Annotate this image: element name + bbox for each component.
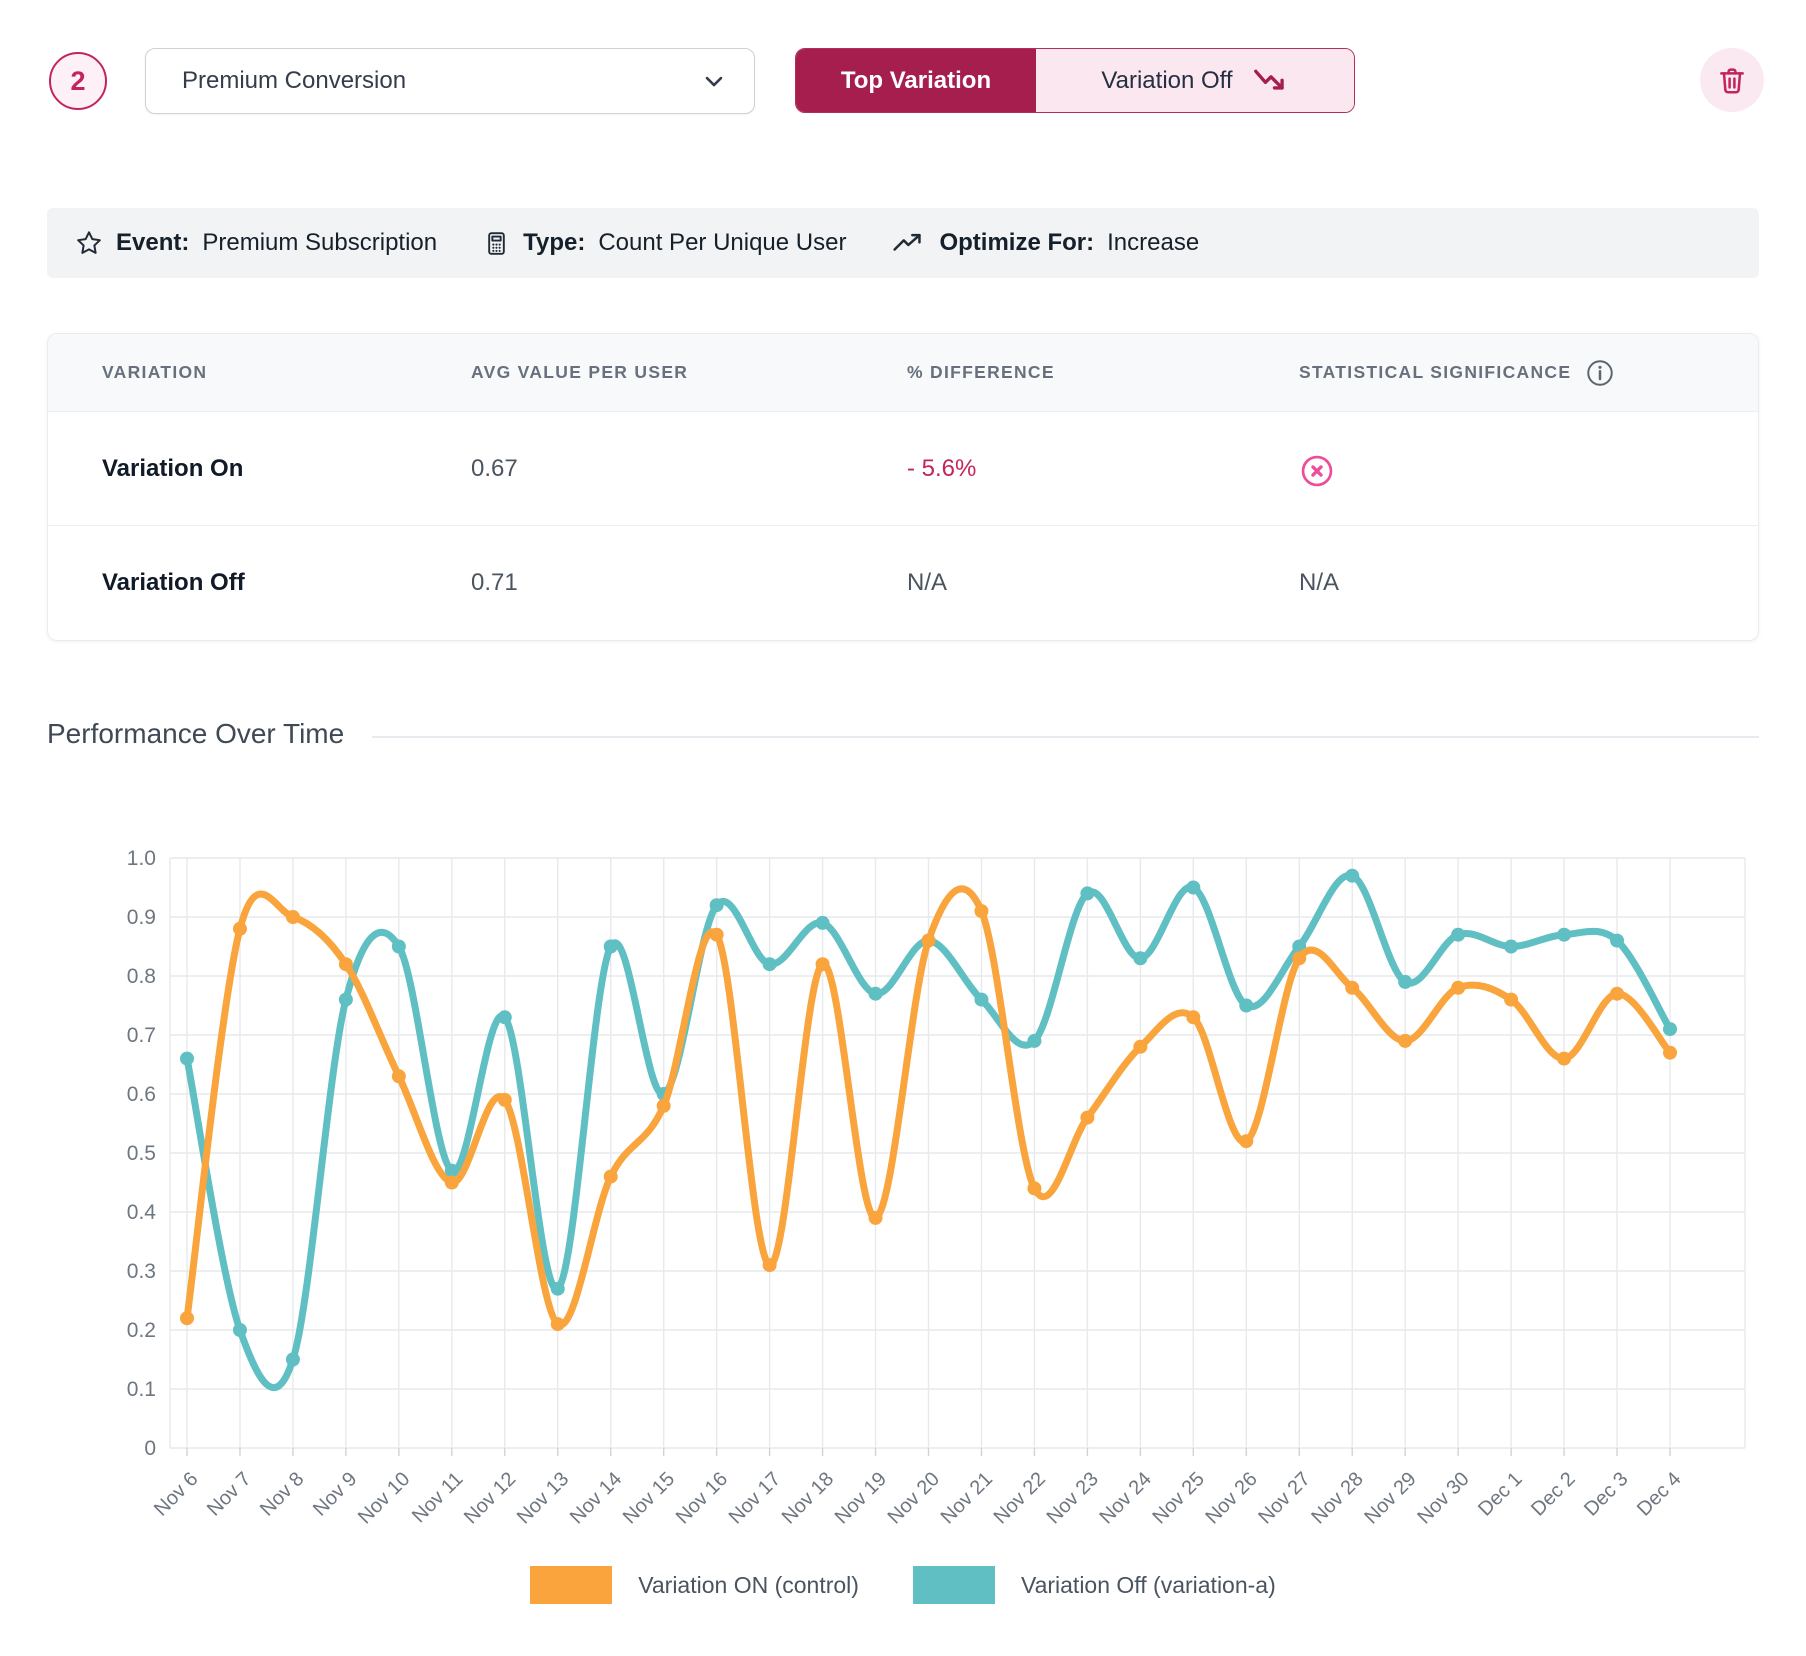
metric-dropdown-label: Premium Conversion bbox=[182, 67, 406, 95]
event-value: Premium Subscription bbox=[202, 229, 437, 257]
chart-legend: Variation ON (control) Variation Off (var… bbox=[0, 1566, 1806, 1604]
svg-text:0: 0 bbox=[144, 1437, 156, 1460]
svg-text:Nov 13: Nov 13 bbox=[513, 1468, 573, 1528]
svg-text:Nov 22: Nov 22 bbox=[990, 1468, 1050, 1528]
svg-text:Nov 14: Nov 14 bbox=[566, 1468, 626, 1528]
variation-toggle: Top Variation Variation Off bbox=[795, 48, 1355, 113]
column-header-variation: VARIATION bbox=[48, 362, 471, 383]
trending-down-icon bbox=[1253, 68, 1289, 94]
svg-text:0.1: 0.1 bbox=[127, 1378, 156, 1401]
legend-label: Variation ON (control) bbox=[638, 1572, 859, 1599]
svg-text:Nov 23: Nov 23 bbox=[1043, 1468, 1103, 1528]
svg-text:0.3: 0.3 bbox=[127, 1260, 156, 1283]
svg-text:Dec 3: Dec 3 bbox=[1580, 1468, 1633, 1521]
legend-item[interactable]: Variation Off (variation-a) bbox=[913, 1566, 1276, 1604]
section-title: Performance Over Time bbox=[47, 718, 344, 750]
svg-text:Dec 1: Dec 1 bbox=[1474, 1468, 1527, 1521]
svg-text:0.5: 0.5 bbox=[127, 1142, 156, 1165]
svg-text:Nov 19: Nov 19 bbox=[831, 1468, 891, 1528]
performance-chart: 00.10.20.30.40.50.60.70.80.91.0Nov 6Nov … bbox=[0, 840, 1806, 1556]
significance-value: N/A bbox=[1299, 569, 1758, 597]
avg-value: 0.67 bbox=[471, 455, 907, 483]
svg-text:Nov 26: Nov 26 bbox=[1201, 1468, 1261, 1528]
variation-off-tab[interactable]: Variation Off bbox=[1036, 49, 1354, 112]
svg-text:Nov 20: Nov 20 bbox=[884, 1468, 944, 1528]
svg-text:0.9: 0.9 bbox=[127, 906, 156, 929]
star-icon bbox=[75, 229, 103, 257]
trash-icon bbox=[1716, 64, 1748, 96]
svg-text:Dec 4: Dec 4 bbox=[1633, 1468, 1686, 1521]
info-icon[interactable] bbox=[1585, 358, 1615, 388]
chevron-down-icon bbox=[700, 67, 728, 95]
svg-text:0.8: 0.8 bbox=[127, 965, 156, 988]
svg-text:0.2: 0.2 bbox=[127, 1319, 156, 1342]
not-significant-icon bbox=[1299, 453, 1758, 489]
delete-metric-button[interactable] bbox=[1700, 48, 1764, 112]
svg-text:Nov 16: Nov 16 bbox=[672, 1468, 732, 1528]
svg-text:Nov 27: Nov 27 bbox=[1254, 1468, 1314, 1528]
svg-text:0.4: 0.4 bbox=[127, 1201, 157, 1224]
column-header-significance: STATISTICAL SIGNIFICANCE bbox=[1299, 358, 1758, 388]
svg-text:Nov 28: Nov 28 bbox=[1307, 1468, 1367, 1528]
svg-text:Nov 18: Nov 18 bbox=[778, 1468, 838, 1528]
event-label: Event: bbox=[116, 229, 189, 257]
trending-up-icon bbox=[892, 232, 926, 254]
svg-text:Nov 17: Nov 17 bbox=[725, 1468, 785, 1528]
avg-value: 0.71 bbox=[471, 569, 907, 597]
significance-cell bbox=[1299, 449, 1758, 489]
optimize-value: Increase bbox=[1107, 229, 1199, 257]
variation-name: Variation On bbox=[48, 455, 471, 483]
results-table: VARIATION AVG VALUE PER USER % DIFFERENC… bbox=[47, 333, 1759, 641]
svg-text:Nov 11: Nov 11 bbox=[408, 1468, 467, 1527]
legend-swatch bbox=[530, 1566, 612, 1604]
svg-text:Nov 30: Nov 30 bbox=[1413, 1468, 1473, 1528]
table-row: Variation On 0.67 - 5.6% bbox=[48, 412, 1758, 526]
column-header-avg-value: AVG VALUE PER USER bbox=[471, 362, 907, 383]
type-value: Count Per Unique User bbox=[598, 229, 846, 257]
svg-text:Nov 25: Nov 25 bbox=[1148, 1468, 1208, 1528]
step-number-badge: 2 bbox=[49, 52, 107, 110]
svg-text:0.7: 0.7 bbox=[127, 1024, 156, 1047]
legend-item[interactable]: Variation ON (control) bbox=[530, 1566, 859, 1604]
svg-text:Nov 8: Nov 8 bbox=[256, 1468, 309, 1521]
svg-text:Nov 10: Nov 10 bbox=[354, 1468, 414, 1528]
svg-text:0.6: 0.6 bbox=[127, 1083, 156, 1106]
svg-text:Nov 15: Nov 15 bbox=[619, 1468, 679, 1528]
calculator-icon bbox=[483, 230, 510, 257]
variation-name: Variation Off bbox=[48, 569, 471, 597]
column-header-difference: % DIFFERENCE bbox=[907, 362, 1299, 383]
difference-value: N/A bbox=[907, 569, 1299, 597]
svg-text:Nov 7: Nov 7 bbox=[203, 1468, 256, 1521]
type-label: Type: bbox=[523, 229, 585, 257]
legend-swatch bbox=[913, 1566, 995, 1604]
difference-value: - 5.6% bbox=[907, 455, 1299, 483]
variation-off-tab-label: Variation Off bbox=[1101, 67, 1232, 95]
svg-text:Nov 21: Nov 21 bbox=[937, 1468, 997, 1528]
metric-dropdown[interactable]: Premium Conversion bbox=[145, 48, 755, 114]
section-divider bbox=[372, 736, 1759, 738]
event-summary-bar: Event: Premium Subscription Type: Count … bbox=[47, 208, 1759, 278]
table-row: Variation Off 0.71 N/A N/A bbox=[48, 526, 1758, 640]
svg-text:Nov 12: Nov 12 bbox=[460, 1468, 520, 1528]
svg-text:1.0: 1.0 bbox=[127, 847, 156, 870]
top-variation-tab[interactable]: Top Variation bbox=[796, 49, 1036, 112]
svg-text:Nov 24: Nov 24 bbox=[1096, 1468, 1156, 1528]
svg-text:Nov 29: Nov 29 bbox=[1360, 1468, 1420, 1528]
svg-text:Dec 2: Dec 2 bbox=[1527, 1468, 1580, 1521]
table-header-row: VARIATION AVG VALUE PER USER % DIFFERENC… bbox=[48, 334, 1758, 412]
legend-label: Variation Off (variation-a) bbox=[1021, 1572, 1276, 1599]
optimize-label: Optimize For: bbox=[939, 229, 1094, 257]
svg-text:Nov 6: Nov 6 bbox=[150, 1468, 203, 1521]
